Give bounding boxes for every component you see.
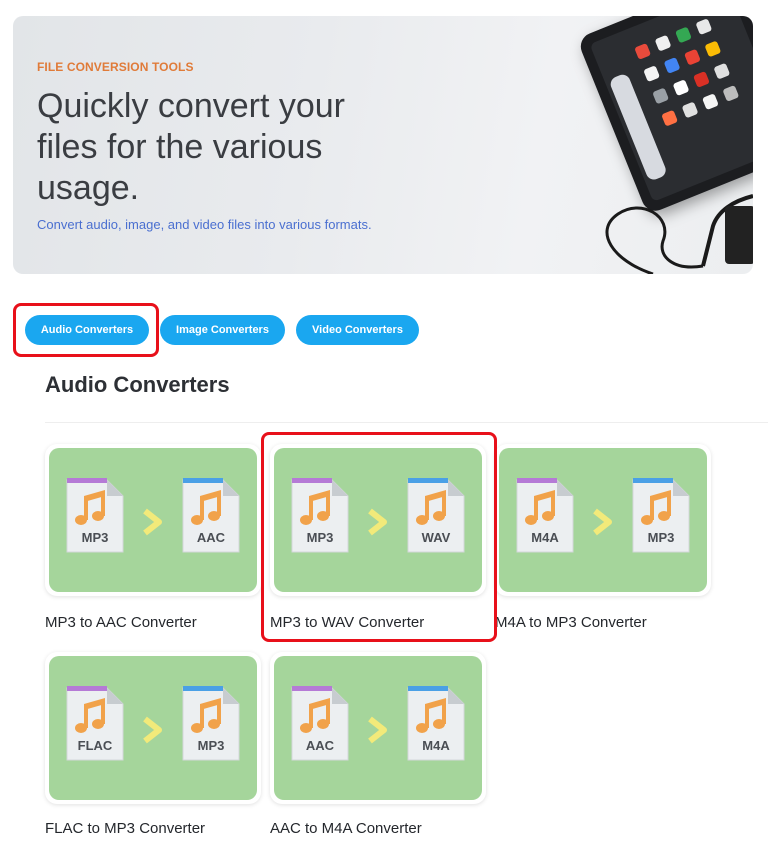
section-divider	[45, 422, 768, 423]
converter-thumbnail: M4A MP3	[499, 448, 707, 592]
converter-label-flac-to-mp3[interactable]: FLAC to MP3 Converter	[45, 820, 205, 837]
cable-image	[605, 194, 753, 274]
target-file-icon: MP3	[179, 682, 243, 764]
chevron-right-icon	[366, 716, 390, 749]
converter-card-aac-to-m4a[interactable]: AAC M4A	[270, 652, 486, 804]
highlight-box-tab	[13, 303, 159, 357]
file-format-label: MP3	[198, 738, 225, 753]
hero-banner: FILE CONVERSION TOOLS Quickly convert yo…	[13, 16, 753, 274]
converter-label-mp3-to-aac[interactable]: MP3 to AAC Converter	[45, 614, 197, 631]
chevron-right-icon	[591, 508, 615, 541]
source-file-icon: FLAC	[63, 682, 127, 764]
converter-card-mp3-to-aac[interactable]: MP3 AAC	[45, 444, 261, 596]
converter-card-m4a-to-mp3[interactable]: M4A MP3	[495, 444, 711, 596]
target-file-icon: M4A	[404, 682, 468, 764]
chevron-right-icon	[141, 508, 165, 541]
highlight-box-card	[261, 432, 497, 642]
chevron-right-icon	[141, 716, 165, 749]
converter-thumbnail: FLAC MP3	[49, 656, 257, 800]
file-format-label: AAC	[306, 738, 335, 753]
file-format-label: MP3	[82, 530, 109, 545]
file-format-label: M4A	[422, 738, 450, 753]
converter-card-flac-to-mp3[interactable]: FLAC MP3	[45, 652, 261, 804]
section-title: Audio Converters	[45, 372, 230, 397]
converter-label-m4a-to-mp3[interactable]: M4A to MP3 Converter	[495, 614, 647, 631]
tab-video-converters[interactable]: Video Converters	[296, 315, 419, 345]
file-format-label: M4A	[531, 530, 559, 545]
converter-thumbnail: AAC M4A	[274, 656, 482, 800]
target-file-icon: AAC	[179, 474, 243, 556]
tab-image-converters[interactable]: Image Converters	[160, 315, 285, 345]
converter-thumbnail: MP3 AAC	[49, 448, 257, 592]
source-file-icon: AAC	[288, 682, 352, 764]
source-file-icon: MP3	[63, 474, 127, 556]
source-file-icon: M4A	[513, 474, 577, 556]
file-format-label: MP3	[648, 530, 675, 545]
file-format-label: FLAC	[78, 738, 113, 753]
converter-label-aac-to-m4a[interactable]: AAC to M4A Converter	[270, 820, 422, 837]
file-format-label: AAC	[197, 530, 226, 545]
target-file-icon: MP3	[629, 474, 693, 556]
